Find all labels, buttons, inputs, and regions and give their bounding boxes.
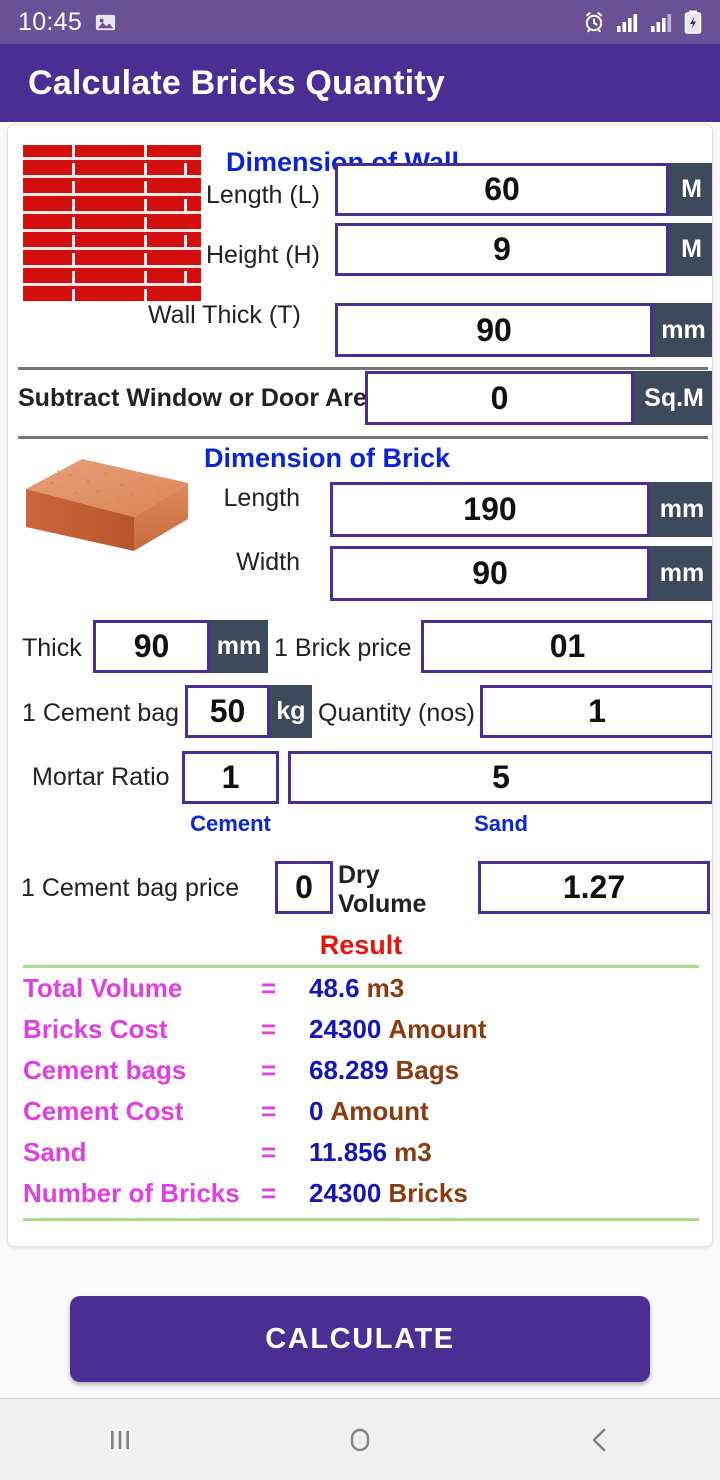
result-row-value: 11.856 — [309, 1137, 388, 1167]
wall-length-unit: M — [669, 163, 712, 216]
result-title: Result — [319, 930, 403, 960]
recents-icon[interactable] — [60, 1399, 180, 1480]
result-row-equals: = — [261, 1178, 277, 1208]
result-row-label: Number of Bricks — [23, 1178, 240, 1208]
subtract-area-unit: Sq.M — [634, 371, 712, 425]
brick-wall-image — [23, 145, 201, 302]
result-row-label: Cement Cost — [23, 1096, 184, 1126]
subtract-area-label: Subtract Window or Door Area — [18, 384, 381, 412]
result-row-value: 24300 — [309, 1014, 382, 1044]
result-rule-bottom — [23, 1218, 699, 1221]
brick-price-input[interactable]: 01 — [421, 620, 712, 673]
result-row: Cement bags = 68.289 Bags — [23, 1055, 699, 1096]
mortar-sand-input[interactable]: 5 — [288, 751, 712, 804]
signal-bars-icon — [616, 12, 640, 32]
cement-bag-label: 1 Cement bag — [22, 699, 180, 727]
result-row-value: 24300 — [309, 1178, 382, 1208]
result-row-equals: = — [261, 1055, 277, 1085]
cement-bag-input[interactable]: 50 — [185, 685, 270, 738]
result-row-label: Sand — [23, 1137, 87, 1167]
brick-section-title: Dimension of Brick — [204, 443, 451, 473]
calculate-button[interactable]: CALCULATE — [70, 1296, 650, 1382]
app-screen: 10:45 Calculate Bricks Quantity Dimensio… — [0, 0, 720, 1480]
back-icon[interactable] — [540, 1399, 660, 1480]
brick-length-unit: mm — [650, 482, 712, 537]
wall-thickness-input[interactable]: 90 — [335, 303, 653, 357]
result-row-value: 0 — [309, 1096, 324, 1126]
alarm-icon — [582, 10, 606, 34]
wall-thickness-label: Wall Thick (T) — [148, 301, 301, 329]
brick-length-label: Length — [223, 484, 300, 512]
result-row-unit: Amount — [388, 1014, 487, 1044]
calculator-card: Dimension of Wall Length (L) 60 M Height… — [7, 124, 713, 1247]
brick-thick-input[interactable]: 90 — [93, 620, 210, 673]
dry-volume-label: Dry Volume — [338, 861, 427, 913]
result-row: Bricks Cost = 24300 Amount — [23, 1014, 699, 1055]
status-bar: 10:45 — [0, 0, 720, 44]
result-row-unit: m3 — [394, 1137, 432, 1167]
divider-middle — [18, 436, 708, 439]
wall-length-label: Length (L) — [206, 181, 320, 209]
result-row-equals: = — [261, 973, 277, 1003]
wall-height-label: Height (H) — [206, 241, 320, 269]
cement-bag-price-label: 1 Cement bag price — [21, 874, 240, 902]
result-row-equals: = — [261, 1137, 277, 1167]
brick-thick-unit: mm — [210, 620, 268, 673]
result-row: Sand = 11.856 m3 — [23, 1137, 699, 1178]
mortar-cement-caption: Cement — [190, 811, 271, 836]
wall-height-input[interactable]: 9 — [335, 223, 669, 276]
cement-bag-price-input[interactable]: 0 — [275, 861, 333, 914]
result-row-label: Bricks Cost — [23, 1014, 168, 1044]
result-row-equals: = — [261, 1096, 277, 1126]
brick-width-label: Width — [236, 548, 300, 576]
result-row-unit: Bags — [395, 1055, 460, 1085]
cement-bag-unit: kg — [270, 685, 312, 738]
wall-thickness-unit: mm — [653, 303, 712, 357]
brick-thick-label: Thick — [22, 634, 82, 662]
result-row: Cement Cost = 0 Amount — [23, 1096, 699, 1137]
quantity-label: Quantity (nos) — [318, 699, 476, 727]
wall-height-unit: M — [669, 223, 712, 276]
result-row-value: 68.289 — [309, 1055, 389, 1085]
result-row-equals: = — [261, 1014, 277, 1044]
result-row-label: Cement bags — [23, 1055, 187, 1085]
quantity-input[interactable]: 1 — [480, 685, 712, 738]
result-list: Total Volume = 48.6 m3 Bricks Cost = 24300 Amou… — [23, 973, 699, 1219]
wall-length-input[interactable]: 60 — [335, 163, 669, 216]
system-nav-bar — [0, 1398, 720, 1480]
page-title: Calculate Bricks Quantity — [28, 63, 445, 102]
result-row-label: Total Volume — [23, 973, 183, 1003]
brick-width-input[interactable]: 90 — [330, 546, 650, 601]
result-row: Total Volume = 48.6 m3 — [23, 973, 699, 1014]
brick-image — [22, 457, 192, 561]
status-bar-clock: 10:45 — [18, 7, 83, 36]
mortar-cement-input[interactable]: 1 — [182, 751, 279, 804]
image-icon — [94, 11, 117, 34]
result-rule-top — [23, 965, 699, 968]
brick-length-input[interactable]: 190 — [330, 482, 650, 537]
app-bar: Calculate Bricks Quantity — [0, 44, 720, 122]
divider-top — [18, 367, 708, 370]
result-row-unit: Bricks — [388, 1178, 468, 1208]
mortar-ratio-label: Mortar Ratio — [32, 763, 170, 791]
calculate-button-area: CALCULATE — [0, 1280, 720, 1398]
status-bar-right — [582, 10, 702, 34]
result-row-unit: m3 — [366, 973, 405, 1003]
result-row-unit: Amount — [330, 1096, 429, 1126]
subtract-area-input[interactable]: 0 — [365, 371, 634, 425]
brick-price-label: 1 Brick price — [274, 634, 412, 662]
mortar-sand-caption: Sand — [474, 811, 528, 836]
result-row-value: 48.6 — [309, 973, 360, 1003]
dry-volume-input[interactable]: 1.27 — [478, 861, 710, 914]
home-icon[interactable] — [300, 1399, 420, 1480]
status-bar-left: 10:45 — [18, 8, 117, 37]
signal-bars-icon — [650, 12, 674, 32]
result-row: Number of Bricks = 24300 Bricks — [23, 1178, 699, 1219]
battery-charging-icon — [684, 10, 702, 34]
brick-width-unit: mm — [650, 546, 712, 601]
